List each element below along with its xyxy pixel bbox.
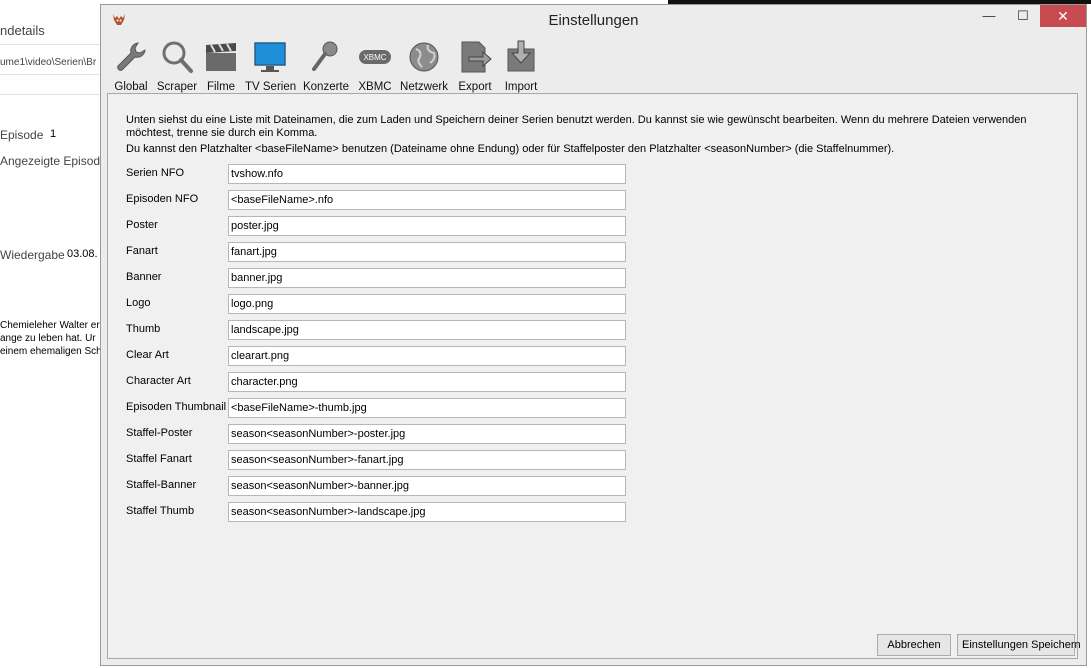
toolbar-concerts[interactable]: Konzerte [301, 39, 351, 95]
field-label: Clear Art [126, 349, 169, 361]
close-button[interactable]: ✕ [1040, 5, 1086, 27]
intro-line: Du kannst den Platzhalter <baseFileName>… [126, 143, 895, 155]
bg-section-title: ndetails [0, 23, 45, 38]
toolbar-label: TV Serien [245, 81, 297, 93]
maximize-button[interactable]: ☐ [1006, 5, 1040, 27]
field-label: Serien NFO [126, 167, 185, 179]
thumb-input[interactable] [228, 320, 626, 340]
bg-path: ume1\video\Serien\Br [0, 57, 97, 68]
microphone-icon [312, 41, 338, 71]
title-bar[interactable]: Einstellungen — ☐ ✕ [101, 5, 1086, 35]
field-label: Episoden Thumbnail [126, 401, 227, 413]
toolbar-label: Export [458, 81, 492, 93]
tv-series-settings-panel: Unten siehst du eine Liste mit Dateiname… [107, 93, 1081, 659]
field-label: Staffel-Poster [126, 427, 193, 439]
character-art-input[interactable] [228, 372, 626, 392]
field-label: Logo [126, 297, 151, 309]
toolbar-scraper[interactable]: Scraper [155, 39, 199, 95]
toolbar-xbmc[interactable]: XBMC XBMC [355, 39, 395, 95]
clapperboard-icon [206, 43, 236, 71]
bg-divider [0, 74, 100, 75]
bg-plot-line: ange zu leben hat. Ur [0, 333, 96, 344]
xbmc-icon-text: XBMC [363, 53, 386, 62]
staffel-poster-input[interactable] [228, 424, 626, 444]
magnifier-icon [162, 41, 193, 73]
bg-playback-value: 03.08. [67, 248, 98, 260]
toolbar-global[interactable]: Global [111, 39, 151, 95]
toolbar-label: XBMC [358, 81, 392, 93]
field-label: Staffel-Banner [126, 479, 197, 491]
intro-line: Unten siehst du eine Liste mit Dateiname… [126, 114, 1027, 139]
field-label: Character Art [126, 375, 191, 387]
field-label: Staffel Fanart [126, 453, 192, 465]
banner-input[interactable] [228, 268, 626, 288]
minimize-button[interactable]: — [972, 5, 1006, 27]
staffel-thumb-input[interactable] [228, 502, 626, 522]
toolbar-export[interactable]: Export [455, 39, 495, 95]
poster-input[interactable] [228, 216, 626, 236]
bg-divider [0, 94, 100, 95]
episoden-nfo-input[interactable] [228, 190, 626, 210]
intro-text: Unten siehst du eine Liste mit Dateiname… [126, 114, 1076, 156]
field-label: Thumb [126, 323, 161, 335]
staffel-fanart-input[interactable] [228, 450, 626, 470]
logo-input[interactable] [228, 294, 626, 314]
toolbar-label: Konzerte [302, 81, 350, 93]
settings-dialog: Einstellungen — ☐ ✕ Global Scraper Filme… [100, 4, 1087, 666]
background-app: ndetails ume1\video\Serien\Br Episode 1 … [0, 0, 107, 668]
bg-episode-value: 1 [50, 128, 57, 140]
toolbar-tv-series[interactable]: TV Serien [245, 39, 297, 95]
toolbar-label: Global [114, 81, 148, 93]
serien-nfo-input[interactable] [228, 164, 626, 184]
import-icon [507, 40, 535, 72]
monitor-icon [254, 42, 286, 72]
toolbar-network[interactable]: Netzwerk [399, 39, 449, 95]
toolbar-label: Scraper [156, 81, 198, 93]
episoden-thumbnail-input[interactable] [228, 398, 626, 418]
toolbar-label: Filme [206, 81, 236, 93]
bg-episode-label: Episode [0, 128, 44, 142]
toolbar-movies[interactable]: Filme [203, 39, 239, 95]
bg-shown-episode-label: Angezeigte Episode [0, 154, 107, 168]
globe-icon [409, 42, 439, 72]
fanart-input[interactable] [228, 242, 626, 262]
save-settings-button[interactable]: Einstellungen Speichern [957, 634, 1081, 656]
cancel-button[interactable]: Abbrechen [877, 634, 951, 656]
field-label: Staffel Thumb [126, 505, 195, 517]
staffel-banner-input[interactable] [228, 476, 626, 496]
bg-playback-label: Wiedergabe [0, 248, 65, 262]
export-icon [461, 41, 492, 73]
field-label: Fanart [126, 245, 158, 257]
bg-plot-line: Chemieleher Walter er [0, 320, 100, 331]
toolbar-label: Netzwerk [400, 81, 448, 93]
clear-art-input[interactable] [228, 346, 626, 366]
bg-divider [0, 44, 100, 45]
field-label: Banner [126, 271, 162, 283]
dialog-title: Einstellungen [548, 12, 639, 29]
wrench-icon [117, 42, 146, 71]
bg-plot-line: einem ehemaligen Sch [0, 346, 102, 357]
field-label: Episoden NFO [126, 193, 199, 205]
toolbar-label: Import [504, 81, 538, 93]
xbmc-icon: XBMC [359, 50, 391, 64]
field-label: Poster [126, 219, 158, 231]
toolbar-import[interactable]: Import [501, 39, 541, 95]
